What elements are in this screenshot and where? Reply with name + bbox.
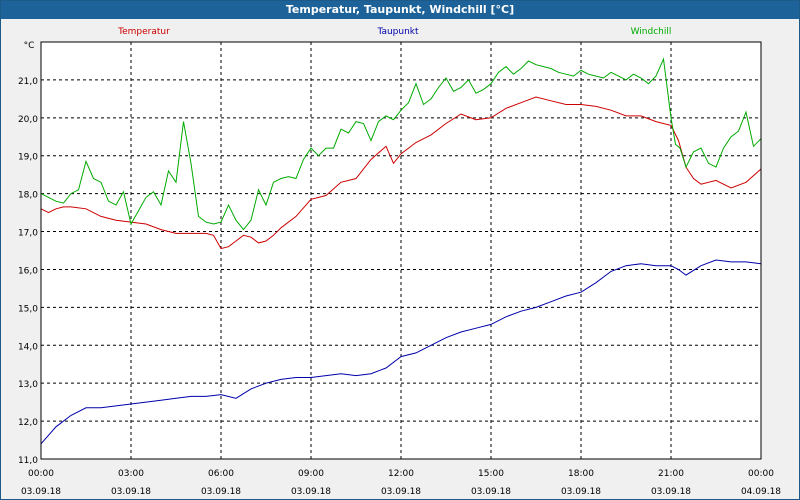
y-tick-label: 11,0 [18,456,38,466]
chart-window: Temperatur, Taupunkt, Windchill [°C] 11,… [0,0,800,500]
x-tick-date-label: 03.09.18 [561,487,601,497]
legend-windchill: Windchill [631,27,672,37]
x-tick-time-label: 15:00 [478,469,504,479]
x-tick-date-label: 03.09.18 [21,487,61,497]
x-tick-time-label: 06:00 [208,469,234,479]
x-tick-time-label: 00:00 [28,469,54,479]
line-chart: 11,0 12,0 13,0 14,0 15,0 16,0 17,0 18,0 19,0 20,0… [18,27,781,497]
y-tick-label: 17,0 [18,229,38,239]
x-tick-date-label: 03.09.18 [651,487,691,497]
x-tick-date-label: 03.09.18 [381,487,421,497]
x-tick-date-label: 03.09.18 [471,487,511,497]
x-tick-time-label: 21:00 [658,469,684,479]
x-tick-time-label: 12:00 [388,469,414,479]
y-axis-label: °C [24,41,35,51]
window-title: Temperatur, Taupunkt, Windchill [°C] [1,1,799,19]
y-tick-label: 16,0 [18,266,38,276]
y-tick-label: 20,0 [18,115,38,125]
y-tick-label: 15,0 [18,304,38,314]
x-tick-date-label: 03.09.18 [111,487,151,497]
x-tick-date-label: 04.09.18 [741,487,781,497]
y-tick-label: 18,0 [18,191,38,201]
y-tick-label: 13,0 [18,380,38,390]
y-tick-label: 14,0 [18,342,38,352]
y-tick-label: 21,0 [18,77,38,87]
y-tick-label: 12,0 [18,418,38,428]
x-tick-time-label: 03:00 [118,469,144,479]
y-tick-label: 19,0 [18,153,38,163]
legend-taupunkt: Taupunkt [376,27,419,37]
x-tick-time-label: 09:00 [298,469,324,479]
x-tick-date-label: 03.09.18 [201,487,241,497]
x-tick-time-label: 00:00 [748,469,774,479]
legend-temperatur: Temperatur [117,27,170,37]
x-tick-date-label: 03.09.18 [291,487,331,497]
x-tick-time-label: 18:00 [568,469,594,479]
